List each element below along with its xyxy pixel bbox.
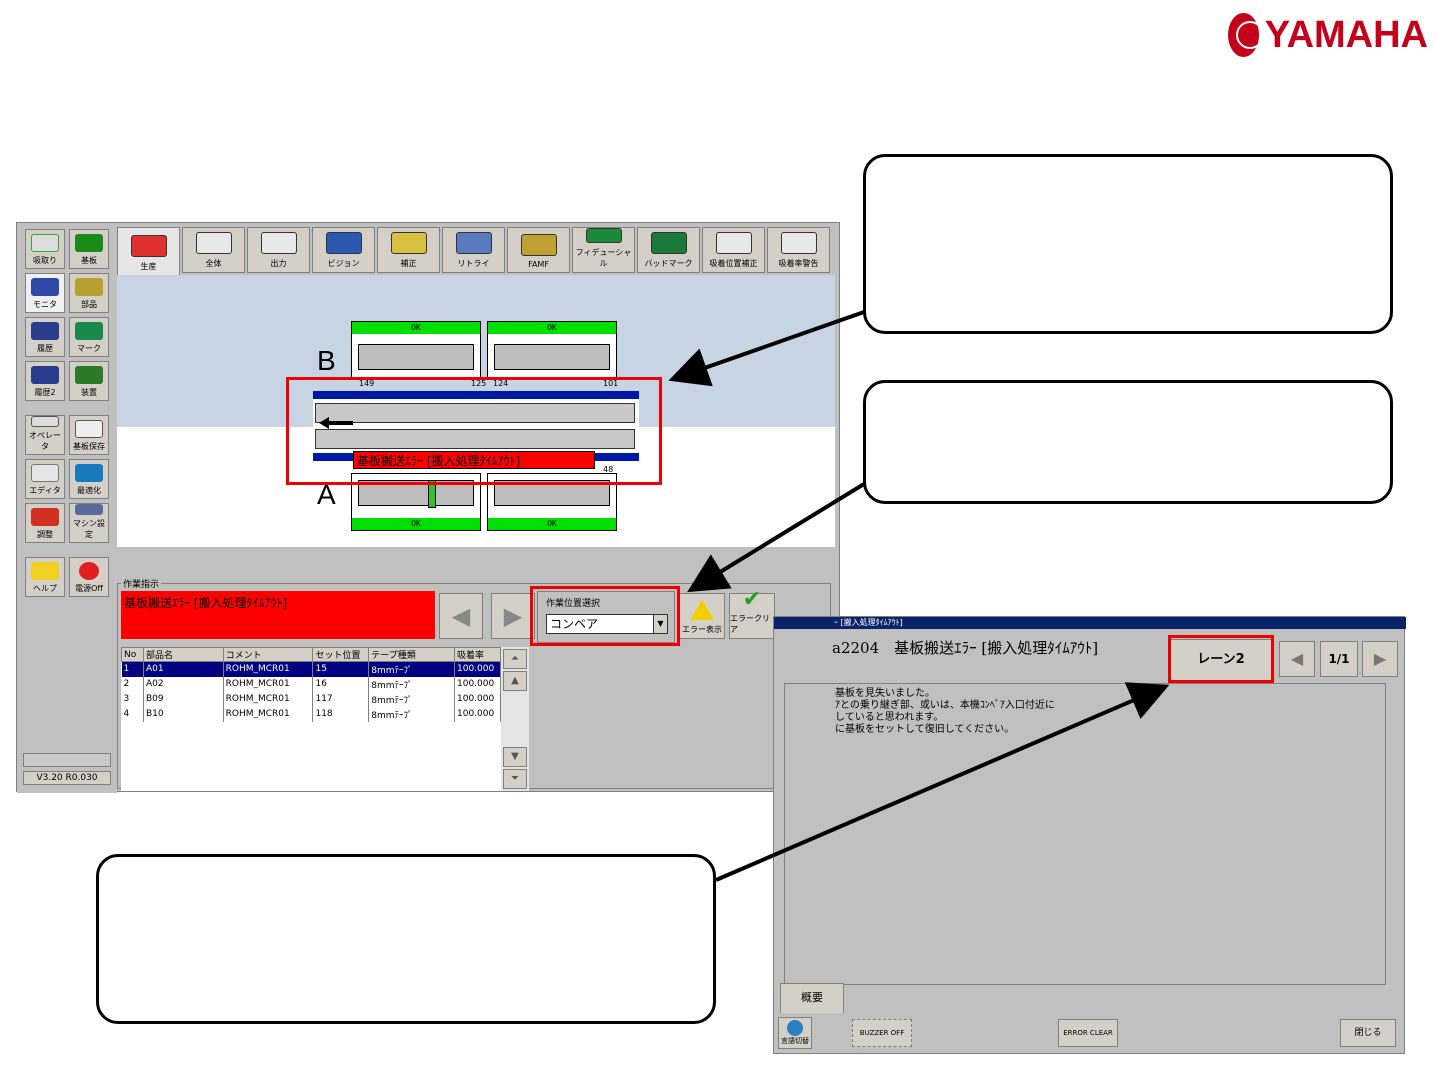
callout-arrows [668,310,1170,882]
arrow-to-lane [715,682,1170,882]
arrow-to-conveyor [668,310,865,387]
arrow-to-work-position [687,482,866,593]
